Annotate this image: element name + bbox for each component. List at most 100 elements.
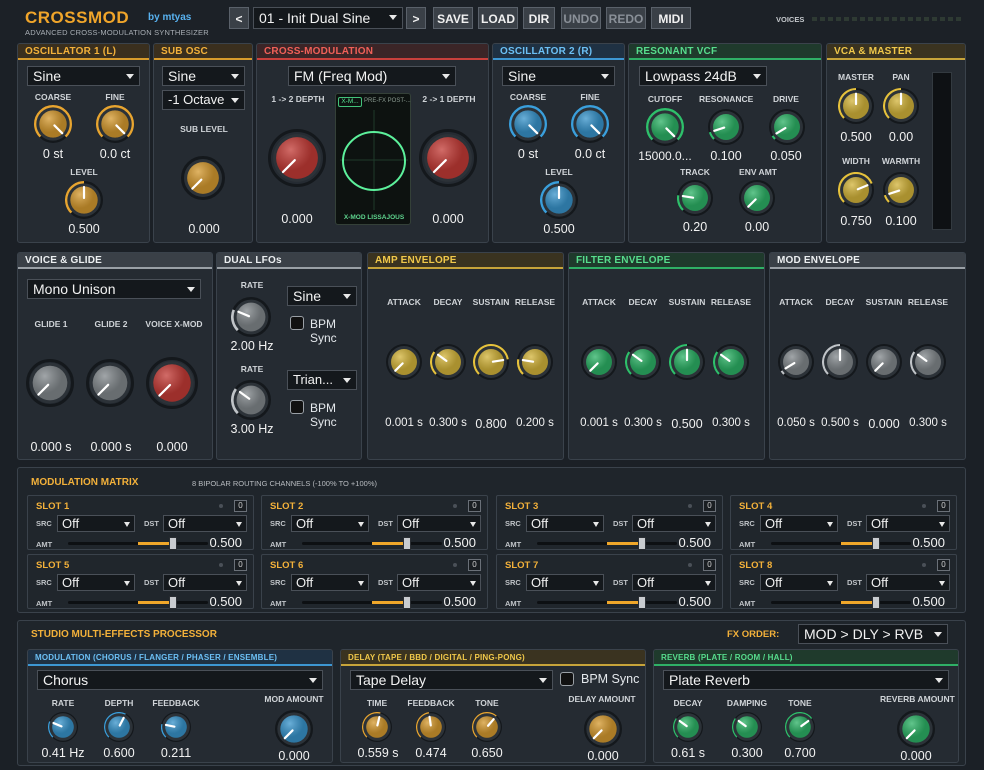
vcf-type-select[interactable]: Lowpass 24dB — [639, 66, 767, 86]
slot-src-select[interactable]: Off — [57, 574, 135, 591]
lfo1-rate-knob[interactable] — [231, 297, 271, 337]
amp-decay-knob[interactable] — [430, 344, 466, 380]
vcf-track-knob[interactable] — [677, 180, 713, 216]
osc2-wave-select[interactable]: Sine — [502, 66, 615, 86]
slot-reset-button[interactable]: 0 — [234, 559, 247, 571]
slot-reset-button[interactable]: 0 — [937, 559, 950, 571]
slot-amt-thumb[interactable] — [872, 537, 880, 550]
osc1-coarse-knob[interactable] — [34, 105, 72, 143]
voice-xmod-knob[interactable] — [146, 357, 198, 409]
slot-dst-select[interactable]: Off — [397, 574, 481, 591]
slot-src-select[interactable]: Off — [760, 515, 838, 532]
amp-release-knob[interactable] — [517, 344, 553, 380]
fx-rvb-decay-knob[interactable] — [673, 712, 703, 742]
osc2-level-knob[interactable] — [540, 181, 578, 219]
voice-mode-select[interactable]: Mono Unison — [27, 279, 201, 299]
fx-rvb-tone-knob[interactable] — [785, 712, 815, 742]
slot-reset-button[interactable]: 0 — [703, 559, 716, 571]
modenv-release-knob[interactable] — [910, 344, 946, 380]
xmod-d21-knob[interactable] — [419, 129, 477, 187]
fx-rvb-type-select[interactable]: Plate Reverb — [663, 670, 949, 690]
slot-src-select[interactable]: Off — [760, 574, 838, 591]
slot-reset-button[interactable]: 0 — [468, 559, 481, 571]
fx-dly-amt-knob[interactable] — [584, 710, 622, 748]
slot-dst-select[interactable]: Off — [632, 515, 716, 532]
vca-warmth-knob[interactable] — [883, 172, 919, 208]
lfo2-wave-select[interactable]: Trian... — [287, 370, 357, 390]
slot-reset-button[interactable]: 0 — [234, 500, 247, 512]
midi-button[interactable]: MIDI — [651, 7, 691, 29]
vcf-env-knob[interactable] — [739, 180, 775, 216]
glide1-knob[interactable] — [26, 359, 74, 407]
fx-order-select[interactable]: MOD > DLY > RVB — [798, 624, 948, 644]
osc1-wave-select[interactable]: Sine — [27, 66, 140, 86]
xmod-d12-knob[interactable] — [268, 129, 326, 187]
filter-decay-knob[interactable] — [625, 344, 661, 380]
fx-mod-amt-knob[interactable] — [275, 710, 313, 748]
slot-amt-thumb[interactable] — [638, 537, 646, 550]
slot-dst-select[interactable]: Off — [866, 515, 950, 532]
slot-amt-thumb[interactable] — [403, 596, 411, 609]
slot-src-select[interactable]: Off — [291, 574, 369, 591]
slot-src-select[interactable]: Off — [526, 574, 604, 591]
fx-mod-depth-knob[interactable] — [104, 712, 134, 742]
fx-mod-fb-knob[interactable] — [161, 712, 191, 742]
lfo1-wave-select[interactable]: Sine — [287, 286, 357, 306]
lfo2-rate-knob[interactable] — [231, 380, 271, 420]
slot-dst-select[interactable]: Off — [163, 574, 247, 591]
amp-attack-knob[interactable] — [386, 344, 422, 380]
slot-reset-button[interactable]: 0 — [937, 500, 950, 512]
redo-button[interactable]: REDO — [606, 7, 646, 29]
fx-dly-type-select[interactable]: Tape Delay — [350, 670, 553, 690]
sub-level-knob[interactable] — [181, 156, 225, 200]
slot-dst-select[interactable]: Off — [866, 574, 950, 591]
prev-preset-button[interactable]: < — [229, 7, 249, 29]
slot-dst-select[interactable]: Off — [163, 515, 247, 532]
slot-reset-button[interactable]: 0 — [703, 500, 716, 512]
lfo2-bpm-sync-checkbox[interactable] — [290, 400, 304, 414]
sub-octave-select[interactable]: -1 Octave — [162, 90, 245, 110]
fx-dly-fb-knob[interactable] — [416, 712, 446, 742]
modenv-sustain-knob[interactable] — [866, 344, 902, 380]
fx-mod-type-select[interactable]: Chorus — [37, 670, 323, 690]
slot-amt-thumb[interactable] — [403, 537, 411, 550]
filter-sustain-knob[interactable] — [669, 344, 705, 380]
next-preset-button[interactable]: > — [406, 7, 426, 29]
fx-dly-tone-knob[interactable] — [472, 712, 502, 742]
osc2-coarse-knob[interactable] — [509, 105, 547, 143]
fx-rvb-amt-knob[interactable] — [897, 710, 935, 748]
slot-amt-thumb[interactable] — [169, 537, 177, 550]
vcf-cutoff-knob[interactable] — [646, 108, 684, 146]
slot-dst-select[interactable]: Off — [632, 574, 716, 591]
preset-select[interactable]: 01 - Init Dual Sine — [253, 7, 403, 29]
vca-width-knob[interactable] — [838, 172, 874, 208]
fx-mod-rate-knob[interactable] — [48, 712, 78, 742]
save-button[interactable]: SAVE — [433, 7, 473, 29]
xmod-mode-select[interactable]: FM (Freq Mod) — [288, 66, 456, 86]
slot-src-select[interactable]: Off — [57, 515, 135, 532]
fx-dly-bpm-sync-checkbox[interactable] — [560, 672, 574, 686]
vcf-res-knob[interactable] — [708, 109, 744, 145]
glide2-knob[interactable] — [86, 359, 134, 407]
osc1-level-knob[interactable] — [65, 181, 103, 219]
slot-reset-button[interactable]: 0 — [468, 500, 481, 512]
modenv-attack-knob[interactable] — [778, 344, 814, 380]
vca-master-knob[interactable] — [838, 88, 874, 124]
slot-amt-thumb[interactable] — [638, 596, 646, 609]
dir-button[interactable]: DIR — [523, 7, 555, 29]
load-button[interactable]: LOAD — [478, 7, 518, 29]
modenv-decay-knob[interactable] — [822, 344, 858, 380]
vca-pan-knob[interactable] — [883, 88, 919, 124]
filter-attack-knob[interactable] — [581, 344, 617, 380]
vcf-drive-knob[interactable] — [769, 109, 805, 145]
sub-wave-select[interactable]: Sine — [162, 66, 245, 86]
slot-src-select[interactable]: Off — [291, 515, 369, 532]
fx-rvb-damp-knob[interactable] — [732, 712, 762, 742]
filter-release-knob[interactable] — [713, 344, 749, 380]
undo-button[interactable]: UNDO — [561, 7, 601, 29]
fx-dly-time-knob[interactable] — [362, 712, 392, 742]
osc2-fine-knob[interactable] — [571, 105, 609, 143]
slot-amt-thumb[interactable] — [169, 596, 177, 609]
lfo1-bpm-sync-checkbox[interactable] — [290, 316, 304, 330]
scope-prepost-toggle[interactable]: PRE-FX POST-... — [364, 98, 411, 104]
